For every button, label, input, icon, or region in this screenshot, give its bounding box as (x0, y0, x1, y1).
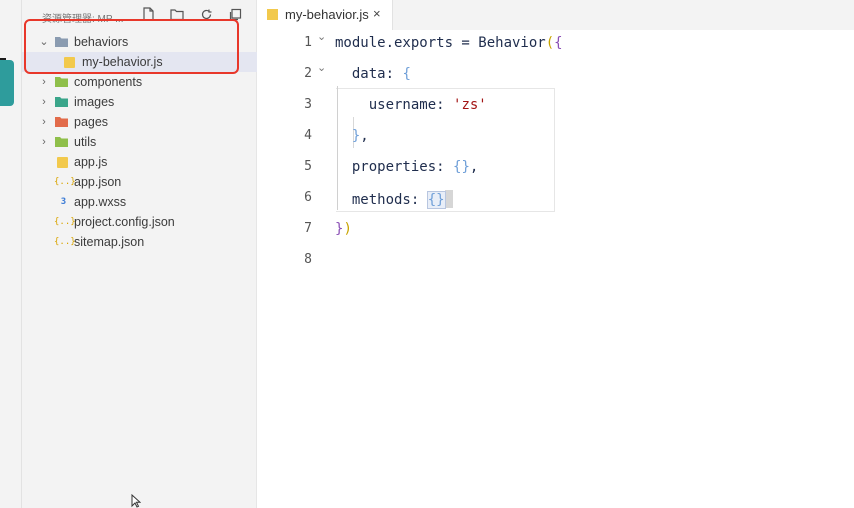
line-number: 8 (304, 252, 312, 267)
line-number: 6 (304, 190, 312, 205)
highlight-annotation (24, 19, 239, 74)
folder-icon (55, 97, 68, 107)
line-number: 2 (304, 66, 312, 81)
activity-bar (0, 0, 22, 508)
code-line: 3 username: 'zs' (257, 92, 854, 123)
tree-item-label: app.wxss (74, 195, 127, 209)
chevron-right-icon[interactable]: › (38, 132, 50, 152)
tree-item-label: project.config.json (74, 215, 175, 229)
tree-item-label: sitemap.json (74, 235, 145, 249)
code-line: 7 }) (257, 216, 854, 247)
js-file-icon (57, 157, 68, 168)
folder-icon (55, 77, 68, 87)
code-editor: my-behavior.js × 1 ⌄ module.exports = Be… (257, 0, 854, 508)
tree-folder-components[interactable]: › components (22, 72, 257, 92)
tree-item-label: components (74, 75, 143, 89)
tree-file-app-wxss[interactable]: 3 app.wxss (22, 192, 257, 212)
chevron-right-icon[interactable]: › (38, 92, 50, 112)
json-file-icon: {..} (54, 237, 76, 247)
tree-item-label: images (74, 95, 115, 109)
tree-folder-utils[interactable]: › utils (22, 132, 257, 152)
js-file-icon (267, 9, 278, 20)
code-text: }) (335, 221, 352, 237)
code-text: username: 'zs' (335, 97, 487, 113)
text-cursor (444, 190, 453, 208)
tree-item-label: pages (74, 115, 109, 129)
tree-folder-pages[interactable]: › pages (22, 112, 257, 132)
folder-icon (55, 137, 68, 147)
code-line: 1 ⌄ module.exports = Behavior({ (257, 30, 854, 61)
editor-tab-bar: my-behavior.js × (257, 0, 854, 30)
line-number: 5 (304, 159, 312, 174)
code-text: module.exports = Behavior({ (335, 35, 563, 51)
tree-file-app-js[interactable]: app.js (22, 152, 257, 172)
code-text: }, (351, 128, 369, 144)
tree-item-label: app.json (74, 175, 122, 189)
line-number: 3 (304, 97, 312, 112)
tree-file-project-config-json[interactable]: {..} project.config.json (22, 212, 257, 232)
code-line: 5 properties: {}, (257, 154, 854, 185)
tab-my-behavior-js[interactable]: my-behavior.js × (257, 0, 393, 30)
code-area[interactable]: 1 ⌄ module.exports = Behavior({ 2 ⌄ data… (257, 30, 854, 278)
activity-active-item[interactable] (0, 60, 14, 106)
tree-file-sitemap-json[interactable]: {..} sitemap.json (22, 232, 257, 252)
fold-chevron-icon[interactable]: ⌄ (317, 61, 326, 74)
bracket-match: {} (426, 191, 446, 209)
code-line: 6 methods: {} (257, 185, 854, 216)
tree-folder-images[interactable]: › images (22, 92, 257, 112)
code-line: 4 }, (257, 123, 854, 154)
explorer-panel: 资源管理器: MP ... ⌄ behaviors my-behavior.js… (22, 0, 257, 508)
code-text: methods: {} (335, 190, 453, 209)
line-number: 4 (304, 128, 312, 143)
tree-item-label: app.js (74, 155, 108, 169)
line-number: 1 (304, 35, 312, 50)
chevron-right-icon[interactable]: › (38, 112, 50, 132)
code-line: 8 (257, 247, 854, 278)
code-text: data: { (335, 66, 411, 82)
tab-label: my-behavior.js (285, 7, 369, 22)
fold-chevron-icon[interactable]: ⌄ (317, 30, 326, 43)
close-icon[interactable]: × (373, 6, 381, 21)
code-text: properties: {}, (335, 159, 479, 175)
tree-file-app-json[interactable]: {..} app.json (22, 172, 257, 192)
code-line: 2 ⌄ data: { (257, 61, 854, 92)
folder-icon (55, 117, 68, 127)
json-file-icon: {..} (54, 177, 76, 187)
css-file-icon: 3 (60, 197, 67, 207)
tree-item-label: utils (74, 135, 97, 149)
chevron-right-icon[interactable]: › (38, 72, 50, 92)
line-number: 7 (304, 221, 312, 236)
json-file-icon: {..} (54, 217, 76, 227)
mouse-cursor-icon (131, 494, 141, 508)
